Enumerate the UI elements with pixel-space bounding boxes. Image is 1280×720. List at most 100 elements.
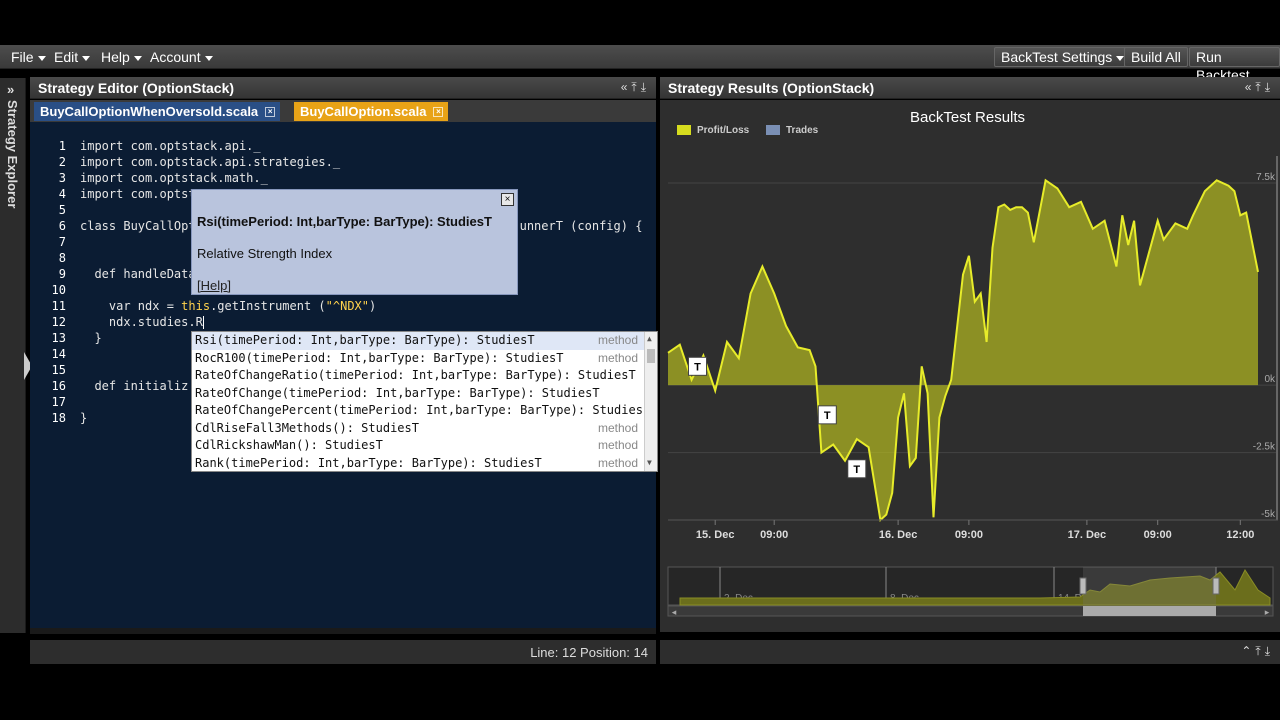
collapse-left-icon[interactable]: «	[1245, 80, 1256, 94]
autocomplete-item[interactable]: Rsi(timePeriod: Int,barType: BarType): S…	[192, 332, 644, 350]
minimize-icon[interactable]: ⤓	[641, 80, 650, 94]
chevron-down-icon	[133, 55, 142, 61]
autocomplete-item[interactable]: CdlRickshawMan(): StudiesT method	[192, 437, 644, 455]
autocomplete-list[interactable]: Rsi(timePeriod: Int,barType: BarType): S…	[191, 331, 658, 472]
code-line: ndx.studies.R	[80, 314, 642, 330]
code-text: var ndx =	[80, 299, 182, 313]
results-panel-header: Strategy Results (OptionStack) «⤒⤓	[660, 77, 1280, 99]
x-tick-label: 15. Dec	[696, 529, 735, 541]
run-backtest-button[interactable]: Run Backtest	[1189, 47, 1280, 83]
navigator-selection[interactable]	[1083, 567, 1216, 605]
code-text: def handleData	[80, 267, 196, 281]
autocomplete-item-type: method	[597, 333, 638, 347]
menu-edit[interactable]: Edit	[50, 48, 94, 66]
line-number: 17	[51, 395, 66, 409]
results-bottom-controls: ⌃⤒⤓	[1241, 644, 1274, 659]
autocomplete-item[interactable]: CdlRiseFall3Methods(): StudiesT method	[192, 420, 644, 438]
line-number: 3	[58, 171, 66, 185]
code-text: import com.optst	[80, 187, 196, 201]
expand-up-icon[interactable]: ⌃	[1241, 644, 1255, 658]
letterbox-bottom	[0, 672, 1280, 720]
menu-help[interactable]: Help	[97, 48, 146, 66]
line-number: 15	[51, 363, 66, 377]
code-text: }	[80, 331, 102, 345]
backtest-settings-label: BackTest Settings	[1001, 49, 1113, 65]
code-string: "^NDX"	[325, 299, 370, 313]
code-text: import com.optstack.api._	[80, 139, 261, 153]
line-number: 16	[51, 379, 66, 393]
tab-buycalloption[interactable]: BuyCallOption.scala ×	[294, 102, 449, 121]
x-tick-label: 09:00	[955, 529, 983, 541]
scroll-right-icon[interactable]: ▸	[1265, 607, 1270, 617]
build-all-button[interactable]: Build All	[1124, 47, 1188, 67]
text-cursor	[202, 316, 204, 329]
strategy-explorer-strip[interactable]: » Strategy Explorer	[0, 78, 26, 633]
navigator-scroll-thumb[interactable]	[1083, 606, 1216, 616]
menu-file[interactable]: File	[7, 48, 50, 66]
editor-panel-title: Strategy Editor (OptionStack)	[38, 80, 235, 96]
scroll-up-icon[interactable]: ▲	[647, 334, 652, 343]
menu-account[interactable]: Account	[146, 48, 217, 66]
y-tick-label: 7.5k	[1256, 172, 1276, 183]
tab-label: BuyCallOption.scala	[300, 104, 427, 119]
menu-help-label: Help	[101, 49, 130, 65]
autocomplete-item-label: CdlRiseFall3Methods(): StudiesT	[195, 420, 419, 435]
autocomplete-item[interactable]: RateOfChangeRatio(timePeriod: Int,barTyp…	[192, 367, 644, 385]
close-icon[interactable]: ×	[265, 107, 276, 117]
autocomplete-item[interactable]: RateOfChangePercent(timePeriod: Int,barT…	[192, 402, 644, 420]
tooltip-help-link[interactable]: [Help]	[197, 278, 231, 293]
scroll-thumb[interactable]	[647, 349, 655, 363]
code-text: .getInstrument (	[210, 299, 326, 313]
line-number: 11	[51, 299, 66, 313]
line-number: 6	[58, 219, 66, 233]
editor-panel-controls: «⤒⤓	[621, 80, 650, 95]
line-number: 4	[58, 187, 66, 201]
code-line: import com.optstack.api._	[80, 138, 642, 154]
line-number: 9	[58, 267, 66, 281]
x-tick-label: 16. Dec	[879, 529, 918, 541]
chevron-down-icon	[204, 55, 213, 61]
line-number: 5	[58, 203, 66, 217]
trade-marker-label: T	[824, 410, 831, 422]
autocomplete-item[interactable]: RocR100(timePeriod: Int,barType: BarType…	[192, 350, 644, 368]
y-tick-label: -2.5k	[1253, 442, 1276, 453]
code-text: ndx.studies.R	[80, 315, 203, 329]
autocomplete-item-label: RateOfChangeRatio(timePeriod: Int,barTyp…	[195, 368, 636, 382]
line-number: 7	[58, 235, 66, 249]
code-text: )	[369, 299, 377, 313]
y-tick-label: 0k	[1264, 374, 1276, 385]
line-number: 8	[58, 251, 66, 265]
close-icon[interactable]: ×	[501, 193, 514, 206]
autocomplete-item[interactable]: RateOfChange(timePeriod: Int,barType: Ba…	[192, 385, 644, 403]
maximize-icon[interactable]: ⤒	[1255, 80, 1264, 94]
line-number: 2	[58, 155, 66, 169]
autocomplete-item-type: method	[597, 438, 638, 452]
navigator-handle-left[interactable]	[1079, 577, 1087, 595]
scroll-left-icon[interactable]: ◂	[672, 607, 677, 617]
tab-buycalloptionwhenoversold[interactable]: BuyCallOptionWhenOversold.scala ×	[34, 102, 281, 121]
autocomplete-item-type: method	[597, 420, 638, 435]
tab-label: BuyCallOptionWhenOversold.scala	[40, 104, 259, 119]
line-number: 1	[58, 139, 66, 153]
autocomplete-scrollbar[interactable]: ▲ ▼	[644, 332, 657, 471]
line-number: 10	[51, 283, 66, 297]
maximize-icon[interactable]: ⤒	[1255, 644, 1264, 658]
minimize-icon[interactable]: ⤓	[1265, 80, 1274, 94]
expand-icon[interactable]: »	[7, 82, 14, 97]
collapse-left-icon[interactable]: «	[621, 80, 632, 94]
signature-tooltip: × Rsi(timePeriod: Int,barType: BarType):…	[191, 189, 518, 295]
trade-marker-label: T	[694, 361, 701, 373]
scroll-down-icon[interactable]: ▼	[647, 458, 652, 467]
autocomplete-item[interactable]: Rank(timePeriod: Int,barType: BarType): …	[192, 455, 644, 473]
backtest-chart[interactable]: 7.5k 0k -2.5k -5k T T T 15. Dec 09:00 16. Dec 09:0…	[660, 100, 1280, 632]
minimize-icon[interactable]: ⤓	[1265, 644, 1274, 658]
code-text: import com.optstack.math._	[80, 171, 268, 185]
code-line: var ndx = this.getInstrument ("^NDX")	[80, 298, 642, 314]
autocomplete-item-label: RocR100(timePeriod: Int,barType: BarType…	[195, 350, 564, 365]
maximize-icon[interactable]: ⤒	[631, 80, 640, 94]
close-icon[interactable]: ×	[433, 107, 444, 117]
navigator-handle-right[interactable]	[1212, 577, 1220, 595]
tooltip-signature: Rsi(timePeriod: Int,barType: BarType): S…	[197, 214, 492, 229]
results-bottom-bar: ⌃⤒⤓	[660, 640, 1280, 664]
backtest-settings-button[interactable]: BackTest Settings	[994, 47, 1132, 67]
